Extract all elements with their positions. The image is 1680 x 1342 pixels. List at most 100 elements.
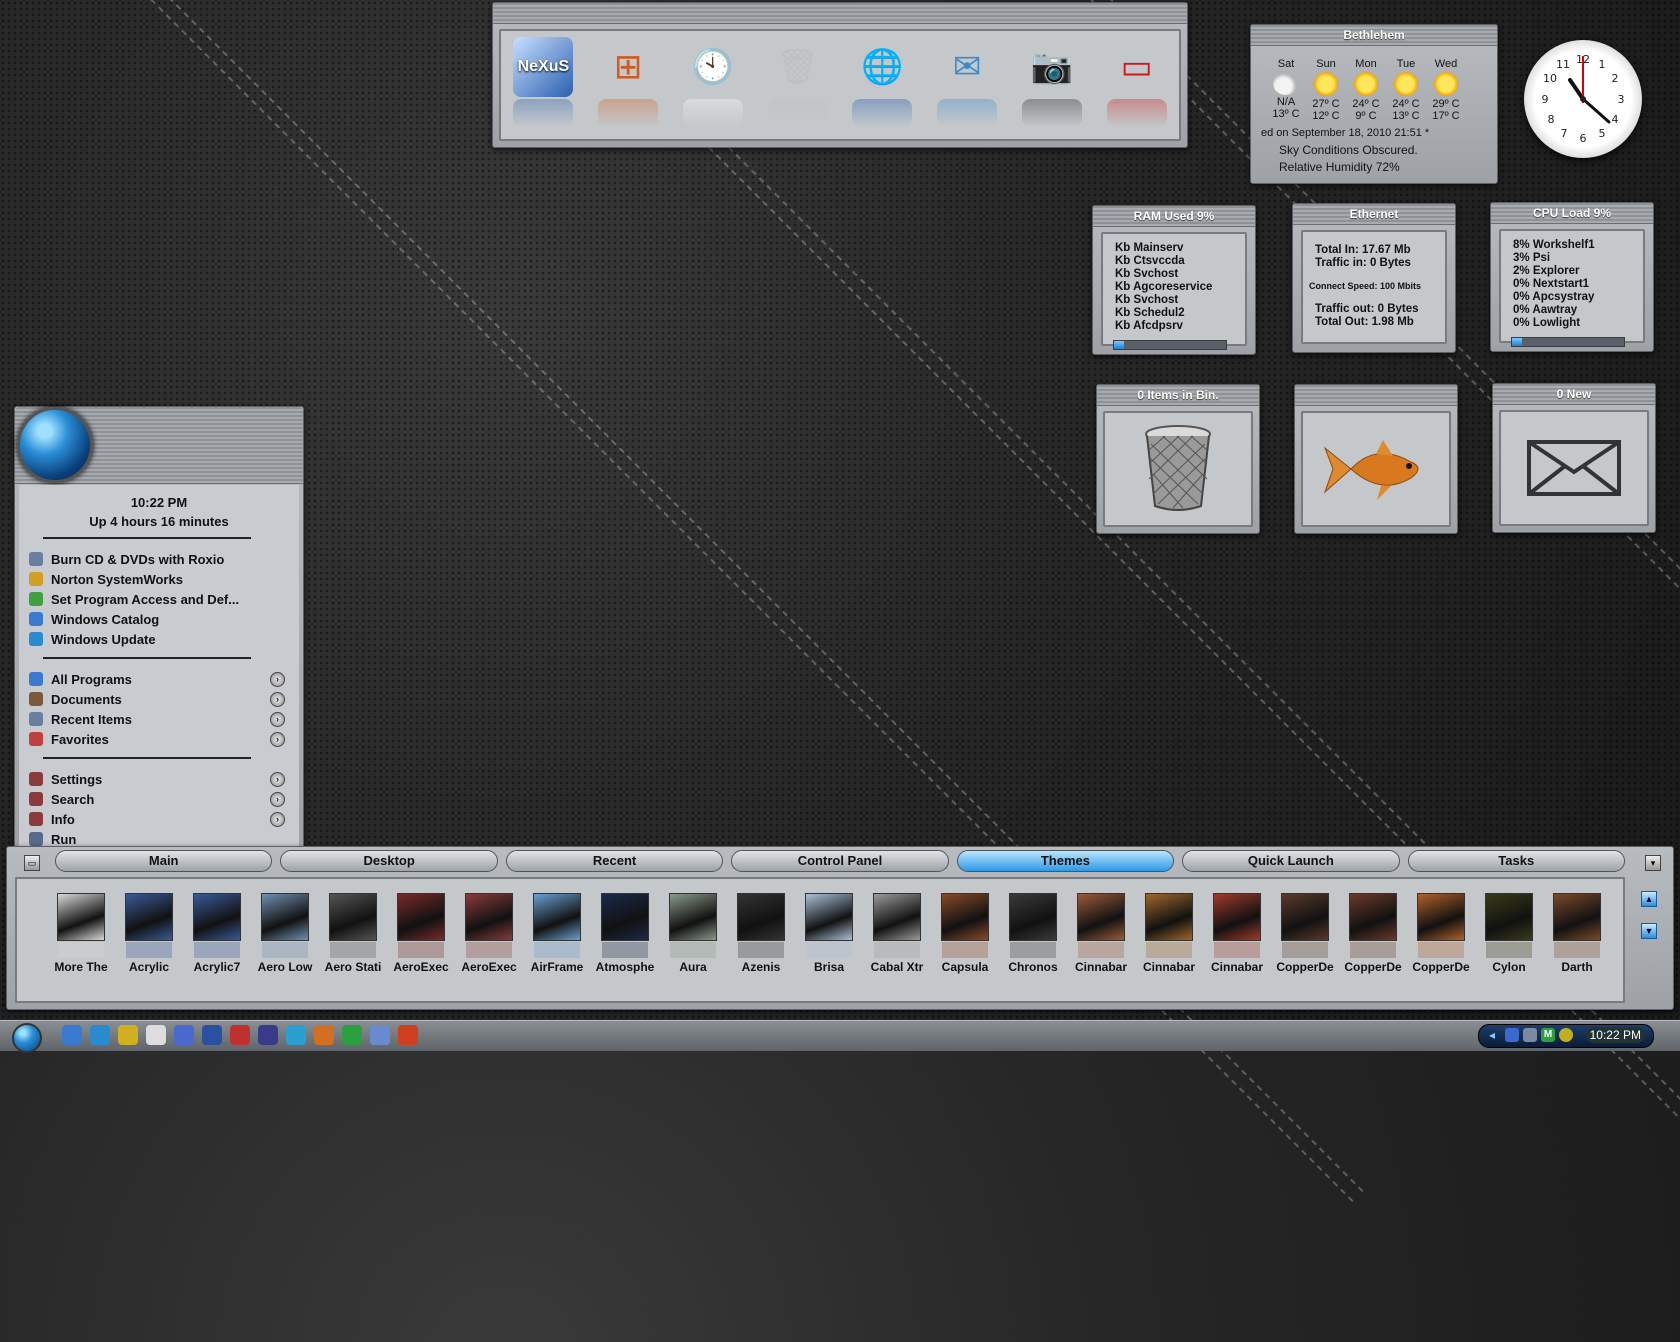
tab-main[interactable]: Main (55, 850, 273, 872)
theme-item[interactable]: Aero Low (251, 879, 319, 1001)
tray-security-icon[interactable] (1559, 1028, 1573, 1042)
chrome-icon[interactable] (398, 1025, 418, 1045)
start-menu-item-label: Favorites (51, 731, 109, 747)
theme-item[interactable]: Acrylic (115, 879, 183, 1001)
desktop-icon[interactable] (62, 1025, 82, 1045)
submenu-arrow-icon[interactable]: › (270, 732, 285, 747)
help-icon[interactable] (146, 1025, 166, 1045)
start-menu-item[interactable]: Burn CD & DVDs with Roxio (19, 549, 299, 569)
weather-day-name: Sun (1316, 58, 1336, 70)
media-icon[interactable] (202, 1025, 222, 1045)
start-menu-item[interactable]: Recent Items › (19, 709, 299, 729)
shelf-collapse-button[interactable]: ▾ (1645, 855, 1661, 871)
tray-m-icon[interactable]: M (1541, 1028, 1555, 1042)
weather-high: 29º C (1432, 98, 1460, 110)
theme-item[interactable]: AeroExec (455, 879, 523, 1001)
goldfish-body[interactable] (1301, 411, 1451, 527)
start-menu-item[interactable]: Settings › (19, 769, 299, 789)
start-menu-item[interactable]: Documents › (19, 689, 299, 709)
web-icon[interactable] (370, 1025, 390, 1045)
start-menu-item[interactable]: All Programs › (19, 669, 299, 689)
globe-orb-icon[interactable] (17, 407, 93, 483)
scroll-down-button[interactable]: ▼ (1641, 923, 1657, 939)
theme-reflection (262, 942, 308, 958)
theme-item[interactable]: AeroExec (387, 879, 455, 1001)
start-menu-item[interactable]: Search › (19, 789, 299, 809)
ie-icon[interactable] (90, 1025, 110, 1045)
theme-item[interactable]: CopperDe (1271, 879, 1339, 1001)
theme-item[interactable]: Azenis (727, 879, 795, 1001)
tray-expand-icon[interactable]: ◂ (1489, 1028, 1495, 1042)
goldfish-widget[interactable] (1294, 384, 1458, 534)
start-menu-item[interactable]: Windows Catalog (19, 609, 299, 629)
start-menu-item[interactable]: Norton SystemWorks (19, 569, 299, 589)
submenu-arrow-icon[interactable]: › (270, 712, 285, 727)
mail-body[interactable] (1499, 410, 1649, 526)
bin-body[interactable] (1103, 411, 1253, 527)
tray-network-icon[interactable] (1505, 1028, 1519, 1042)
submenu-arrow-icon[interactable]: › (270, 812, 285, 827)
analog-clock[interactable]: 1212 345 678 91011 (1524, 40, 1642, 158)
sound-icon[interactable] (230, 1025, 250, 1045)
tab-quick-launch[interactable]: Quick Launch (1182, 850, 1400, 872)
start-orb-button[interactable] (12, 1023, 42, 1053)
dock-item[interactable]: 📷 (1020, 37, 1084, 137)
mail-widget[interactable]: 0 New (1492, 383, 1656, 533)
theme-item[interactable]: Chronos (999, 879, 1067, 1001)
theme-item[interactable]: CopperDe (1339, 879, 1407, 1001)
theme-item[interactable]: Aero Stati (319, 879, 387, 1001)
start-menu-item[interactable]: Info › (19, 809, 299, 829)
dock-item[interactable]: 🕙 (681, 37, 745, 137)
shelf-menu-button[interactable]: ▭ (24, 855, 40, 871)
start-menu-item[interactable]: Set Program Access and Def... (19, 589, 299, 609)
tray-monitor-icon[interactable] (1523, 1028, 1537, 1042)
dock-item[interactable]: ▭ (1105, 37, 1169, 137)
dock-titlebar[interactable] (493, 3, 1187, 24)
tab-themes[interactable]: Themes (956, 850, 1175, 872)
theme-item[interactable]: Capsula (931, 879, 999, 1001)
scroll-up-button[interactable]: ▲ (1641, 891, 1657, 907)
dock-item[interactable]: ⊞ (596, 37, 660, 137)
theme-item[interactable]: Cinnabar (1067, 879, 1135, 1001)
settings-icon[interactable] (286, 1025, 306, 1045)
tray-clock[interactable]: 10:22 PM (1585, 1027, 1645, 1043)
submenu-arrow-icon[interactable]: › (270, 772, 285, 787)
theme-reflection (1350, 942, 1396, 958)
tab-tasks[interactable]: Tasks (1407, 850, 1625, 872)
update-icon[interactable] (342, 1025, 362, 1045)
theme-label: Aero Low (257, 960, 313, 974)
globe-icon[interactable] (174, 1025, 194, 1045)
theme-item[interactable]: Acrylic7 (183, 879, 251, 1001)
theme-thumbnail (1417, 893, 1465, 941)
theme-item[interactable]: Cinnabar (1203, 879, 1271, 1001)
start-menu-item[interactable]: Windows Update (19, 629, 299, 649)
start-menu-item[interactable]: Favorites › (19, 729, 299, 749)
tab-desktop[interactable]: Desktop (280, 850, 498, 872)
theme-thumbnail (941, 893, 989, 941)
submenu-arrow-icon[interactable]: › (270, 692, 285, 707)
recycle-bin-icon: 🗑 (776, 48, 820, 86)
theme-item[interactable]: AirFrame (523, 879, 591, 1001)
dock-item[interactable]: NeXuS (511, 37, 575, 137)
submenu-arrow-icon[interactable]: › (270, 792, 285, 807)
theme-item[interactable]: Cabal Xtr (863, 879, 931, 1001)
tab-control-panel[interactable]: Control Panel (731, 850, 949, 872)
dock-item[interactable]: 🌐 (850, 37, 914, 137)
flash-icon[interactable] (314, 1025, 334, 1045)
tab-recent[interactable]: Recent (505, 850, 724, 872)
theme-item[interactable]: Atmosphe (591, 879, 659, 1001)
theme-item[interactable]: Cinnabar (1135, 879, 1203, 1001)
dock-item[interactable]: ✉ (935, 37, 999, 137)
theme-item[interactable]: Aura (659, 879, 727, 1001)
theme-item[interactable]: Cylon (1475, 879, 1543, 1001)
submenu-arrow-icon[interactable]: › (270, 672, 285, 687)
theme-item[interactable]: Brisa (795, 879, 863, 1001)
dock-item[interactable]: 🗑 (766, 37, 830, 137)
theme-item[interactable]: More The (47, 879, 115, 1001)
theme-item[interactable]: CopperDe (1407, 879, 1475, 1001)
network-icon[interactable] (258, 1025, 278, 1045)
recycle-bin-widget[interactable]: 0 Items in Bin. (1096, 384, 1260, 534)
ram-process-list: Kb Mainserv Kb Ctsvccda Kb Svchost Kb Agcor… (1101, 232, 1247, 346)
theme-item[interactable]: Darth (1543, 879, 1611, 1001)
tools-icon[interactable] (118, 1025, 138, 1045)
